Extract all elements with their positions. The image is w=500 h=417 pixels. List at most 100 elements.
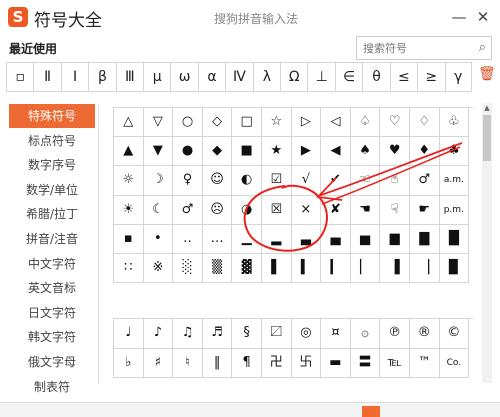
symbol-cell[interactable]: ® <box>409 319 440 349</box>
scroll-thumb[interactable] <box>483 115 491 161</box>
recent-symbol-cell[interactable]: ▫ <box>6 62 34 92</box>
symbol-cell[interactable]: ◎ <box>291 319 322 349</box>
symbol-cell[interactable]: ▁ <box>232 224 262 254</box>
symbol-cell[interactable]: ▃ <box>291 224 322 254</box>
sidebar-item-11[interactable]: 制表符 <box>9 375 95 399</box>
symbol-cell[interactable]: 〓 <box>350 348 381 378</box>
recent-symbol-cell[interactable]: ≥ <box>417 62 445 92</box>
symbol-cell[interactable]: ☾ <box>143 195 174 225</box>
sidebar-item-6[interactable]: 中文字符 <box>9 252 95 276</box>
symbol-cell[interactable]: ✘ <box>321 195 351 225</box>
symbol-cell[interactable]: ♦ <box>409 137 440 167</box>
symbol-cell[interactable]: ۞ <box>350 319 381 349</box>
symbol-cell[interactable]: ♤ <box>350 108 381 138</box>
symbol-cell[interactable]: ● <box>173 137 203 167</box>
symbol-cell[interactable]: ▍ <box>291 253 322 284</box>
symbol-cell[interactable]: ☺ <box>202 166 233 196</box>
symbol-cell[interactable]: ◀ <box>321 137 351 167</box>
symbol-cell[interactable]: ☀ <box>114 195 144 225</box>
symbol-cell[interactable]: ☽ <box>143 166 174 196</box>
symbol-cell[interactable]: ▬ <box>321 348 351 378</box>
recent-symbol-cell[interactable]: γ <box>444 62 472 92</box>
symbol-cell[interactable]: ♠ <box>350 137 381 167</box>
symbol-cell[interactable]: ™ <box>409 348 440 378</box>
symbol-cell[interactable]: ◐ <box>232 166 262 196</box>
minimize-button[interactable]: — <box>448 6 470 28</box>
symbol-cell[interactable]: ¤ <box>321 319 351 349</box>
symbol-cell[interactable]: ▽ <box>143 108 174 138</box>
sidebar-item-9[interactable]: 韩文字符 <box>9 325 95 349</box>
sidebar-item-5[interactable]: 拼音/注音 <box>9 227 95 251</box>
symbol-cell[interactable]: ☹ <box>202 195 233 225</box>
symbol-cell[interactable]: 卐 <box>291 348 322 378</box>
symbol-cell[interactable]: ■ <box>232 137 262 167</box>
recent-symbol-cell[interactable]: ω <box>170 62 198 92</box>
symbol-cell[interactable]: ☆ <box>261 108 292 138</box>
symbol-cell[interactable]: ▲ <box>114 137 144 167</box>
close-button[interactable]: ✕ <box>472 6 494 28</box>
recent-symbol-cell[interactable]: λ <box>252 62 281 92</box>
symbol-cell[interactable]: √ <box>291 166 322 196</box>
search-box[interactable]: ⌕ <box>356 36 492 60</box>
recent-symbol-cell[interactable]: μ <box>143 62 171 92</box>
symbol-cell[interactable]: ▏ <box>350 253 381 284</box>
symbol-cell[interactable]: ▂ <box>261 224 292 254</box>
symbol-cell[interactable]: p.m. <box>439 195 470 225</box>
symbol-cell[interactable]: ♫ <box>173 319 203 349</box>
symbol-cell[interactable]: ♢ <box>409 108 440 138</box>
symbol-cell[interactable]: 卍 <box>261 348 292 378</box>
symbol-cell[interactable]: ∷ <box>114 253 144 284</box>
recent-symbol-cell[interactable]: α <box>197 62 226 92</box>
symbol-cell[interactable]: ▷ <box>291 108 322 138</box>
symbol-cell[interactable]: § <box>232 319 262 349</box>
symbol-cell[interactable]: © <box>439 319 470 349</box>
symbol-cell[interactable]: ♬ <box>202 319 233 349</box>
recent-symbol-cell[interactable]: Ω <box>280 62 308 92</box>
symbol-cell[interactable]: ☼ <box>114 166 144 196</box>
recent-symbol-cell[interactable]: ⊥ <box>307 62 335 92</box>
symbol-cell[interactable]: ✔ <box>321 166 351 196</box>
symbol-cell[interactable]: ▕ <box>409 253 440 284</box>
symbol-cell[interactable]: ▌ <box>261 253 292 284</box>
sidebar-item-4[interactable]: 希腊/拉丁 <box>9 202 95 226</box>
symbol-cell[interactable]: × <box>291 195 322 225</box>
symbol-cell[interactable]: ♥ <box>380 137 410 167</box>
sidebar-item-3[interactable]: 数学/单位 <box>9 178 95 202</box>
symbol-cell[interactable]: ★ <box>261 137 292 167</box>
symbol-cell[interactable]: ♡ <box>380 108 410 138</box>
sidebar-item-2[interactable]: 数字序号 <box>9 153 95 177</box>
symbol-cell[interactable]: ♣ <box>439 137 470 167</box>
symbol-cell[interactable]: ♩ <box>114 319 144 349</box>
recent-symbol-cell[interactable]: Ⅲ <box>115 62 144 92</box>
symbol-cell[interactable]: ¶ <box>232 348 262 378</box>
symbol-cell[interactable]: ◆ <box>202 137 233 167</box>
recent-symbol-cell[interactable]: θ <box>362 62 390 92</box>
sidebar-item-7[interactable]: 英文音标 <box>9 276 95 300</box>
symbol-cell[interactable]: ◑ <box>232 195 262 225</box>
symbol-cell[interactable]: ♯ <box>143 348 174 378</box>
symbol-cell[interactable]: ♮ <box>173 348 203 378</box>
symbol-cell[interactable]: ▶ <box>291 137 322 167</box>
symbol-cell[interactable]: ♂ <box>409 166 440 196</box>
symbol-cell[interactable]: Co. <box>439 348 470 378</box>
symbol-cell[interactable]: □ <box>232 108 262 138</box>
symbol-cell[interactable]: ▇ <box>409 224 440 254</box>
symbol-cell[interactable]: ♂ <box>173 195 203 225</box>
recent-symbol-cell[interactable]: Ⅰ <box>60 62 89 92</box>
symbol-cell[interactable]: ☟ <box>380 195 410 225</box>
symbol-cell[interactable]: ▼ <box>143 137 174 167</box>
symbol-cell[interactable]: ☛ <box>409 195 440 225</box>
symbol-cell[interactable]: ※ <box>143 253 174 284</box>
grid-scrollbar[interactable]: ▲ <box>482 103 492 383</box>
symbol-cell[interactable]: ☒ <box>261 195 292 225</box>
search-input[interactable] <box>363 40 463 56</box>
symbol-cell[interactable]: 〼 <box>261 319 292 349</box>
symbol-cell[interactable]: ○ <box>173 108 203 138</box>
sidebar-item-10[interactable]: 俄文字母 <box>9 350 95 374</box>
symbol-cell[interactable]: ▐ <box>380 253 410 284</box>
symbol-cell[interactable]: ‖ <box>202 348 233 378</box>
symbol-cell[interactable]: ▎ <box>321 253 351 284</box>
symbol-cell[interactable]: ♪ <box>143 319 174 349</box>
recent-symbol-cell[interactable]: ∈ <box>334 62 363 92</box>
symbol-cell[interactable]: ◁ <box>321 108 351 138</box>
